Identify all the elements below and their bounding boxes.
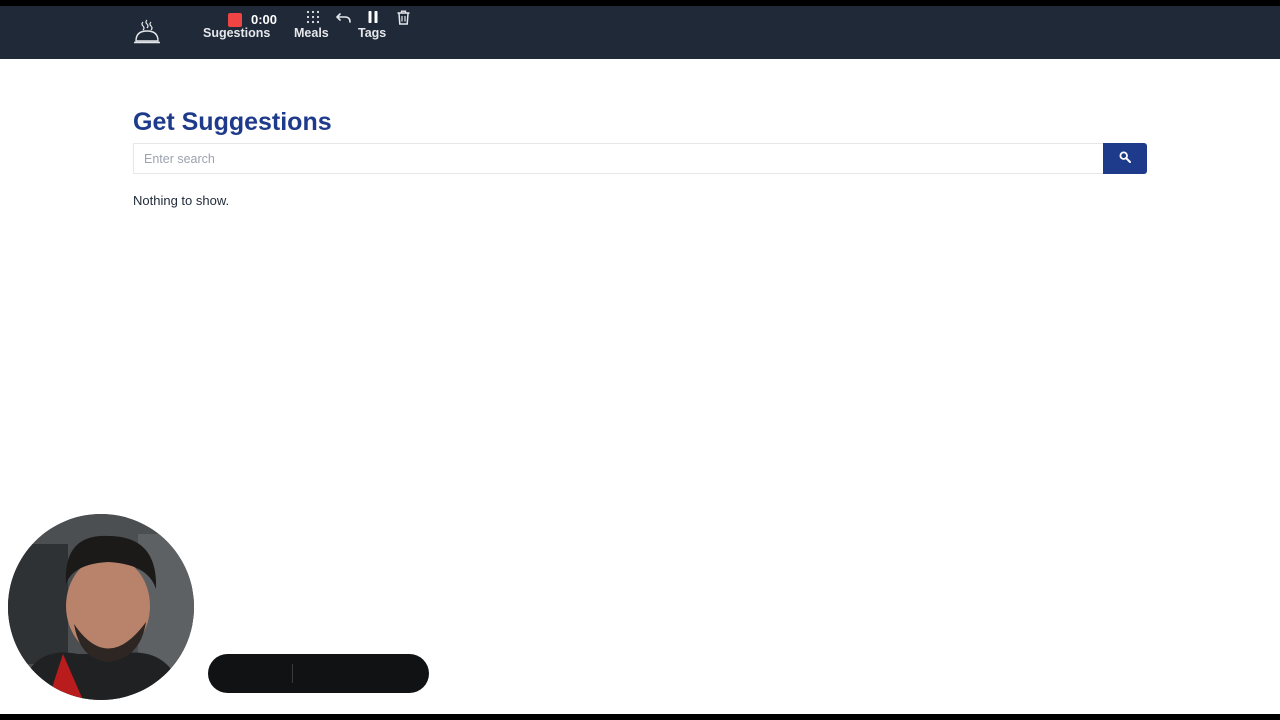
- cloche-icon[interactable]: [132, 19, 162, 47]
- stop-icon: [228, 12, 242, 27]
- pause-button[interactable]: [362, 0, 384, 39]
- trash-icon: [397, 10, 410, 30]
- recorder-divider: [292, 664, 293, 683]
- undo-icon: [335, 11, 351, 29]
- page-title: Get Suggestions: [133, 108, 332, 136]
- undo-button[interactable]: [332, 0, 354, 39]
- search-input[interactable]: [133, 143, 1103, 174]
- delete-recording-button[interactable]: [392, 0, 414, 39]
- recorder-toolbar: [208, 654, 429, 693]
- empty-state-message: Nothing to show.: [133, 193, 230, 208]
- navbar: Sugestions Meals Tags: [0, 6, 1280, 59]
- stop-recording-button[interactable]: [222, 0, 248, 39]
- recording-timer: 0:00: [251, 12, 278, 27]
- search-icon: [1119, 150, 1131, 168]
- webcam-overlay[interactable]: [8, 514, 194, 700]
- grid-button[interactable]: [302, 0, 324, 39]
- pause-icon: [367, 10, 379, 29]
- search-button[interactable]: [1103, 143, 1147, 174]
- grid-icon: [306, 10, 320, 29]
